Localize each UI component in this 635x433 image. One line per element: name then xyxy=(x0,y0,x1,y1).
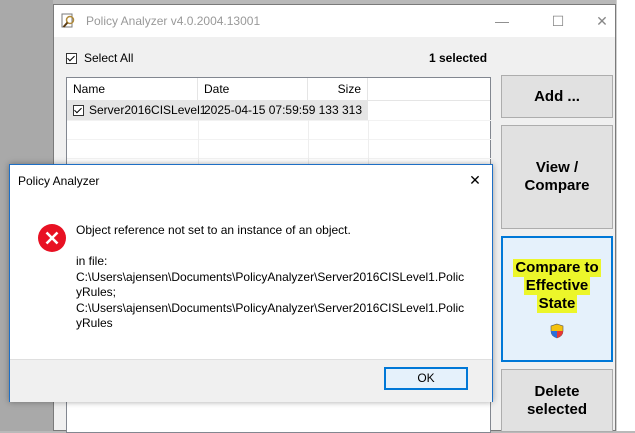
table-row[interactable]: Server2016CISLevel1 2025-04-15 07:59:59 … xyxy=(67,101,368,120)
grid-line xyxy=(67,120,492,121)
select-all-checkbox[interactable]: Select All xyxy=(66,51,133,65)
row-name: Server2016CISLevel1 xyxy=(89,103,207,117)
error-details: in file: C:\Users\ajensen\Documents\Poli… xyxy=(76,254,464,332)
grid-line xyxy=(67,158,492,159)
column-header-size[interactable]: Size xyxy=(308,78,368,100)
grid-line xyxy=(67,139,492,140)
dialog-title-bar: Policy Analyzer ✕ xyxy=(10,165,492,195)
delete-label-line1: Delete xyxy=(534,382,580,400)
error-dialog: Policy Analyzer ✕ Object reference not s… xyxy=(9,164,493,402)
row-checkbox[interactable] xyxy=(73,105,84,116)
delete-label-line2: selected xyxy=(526,400,588,418)
ok-button[interactable]: OK xyxy=(384,367,468,390)
select-all-label: Select All xyxy=(84,51,134,65)
dialog-close-button[interactable]: ✕ xyxy=(464,169,486,191)
error-icon xyxy=(38,224,66,252)
detail-line: in file: xyxy=(76,254,108,268)
detail-line: C:\Users\ajensen\Documents\PolicyAnalyze… xyxy=(76,300,465,315)
compare-effective-state-button[interactable]: Compare to Effective State xyxy=(501,236,613,362)
background-window-right xyxy=(616,0,635,431)
column-header-date[interactable]: Date xyxy=(198,78,308,100)
checkbox-checked-icon[interactable] xyxy=(66,52,77,64)
dialog-footer: OK xyxy=(10,359,492,402)
detail-line: yRules xyxy=(76,316,113,330)
row-size: 133 313 xyxy=(318,103,362,117)
list-header: Name Date Size xyxy=(67,78,490,101)
add-button-label: Add ... xyxy=(534,87,580,105)
window-title: Policy Analyzer v4.0.2004.13001 xyxy=(86,14,261,28)
detail-line: yRules; xyxy=(76,285,117,299)
error-message: Object reference not set to an instance … xyxy=(76,223,351,237)
view-compare-label-line2: Compare xyxy=(524,177,590,194)
minimize-button[interactable]: — xyxy=(479,5,525,37)
compare-effective-label-line3: State xyxy=(536,295,578,313)
shield-icon xyxy=(550,323,564,339)
row-date: 2025-04-15 07:59:59 xyxy=(204,103,316,117)
add-button[interactable]: Add ... xyxy=(501,75,613,118)
magnifier-icon xyxy=(61,13,75,28)
title-bar: Policy Analyzer v4.0.2004.13001 — ☐ ✕ xyxy=(54,5,615,37)
maximize-button[interactable]: ☐ xyxy=(535,5,581,37)
compare-effective-label-line1: Compare to xyxy=(513,259,601,277)
view-compare-button[interactable]: View / Compare xyxy=(501,125,613,229)
delete-selected-button[interactable]: Delete selected xyxy=(501,369,613,432)
compare-effective-label-line2: Effective xyxy=(523,277,591,295)
view-compare-label-line1: View / xyxy=(535,159,579,176)
dialog-title: Policy Analyzer xyxy=(18,174,100,188)
column-header-name[interactable]: Name xyxy=(67,78,198,100)
close-button[interactable]: ✕ xyxy=(579,5,625,37)
detail-line: C:\Users\ajensen\Documents\PolicyAnalyze… xyxy=(76,269,465,284)
selected-count: 1 selected xyxy=(429,51,488,65)
